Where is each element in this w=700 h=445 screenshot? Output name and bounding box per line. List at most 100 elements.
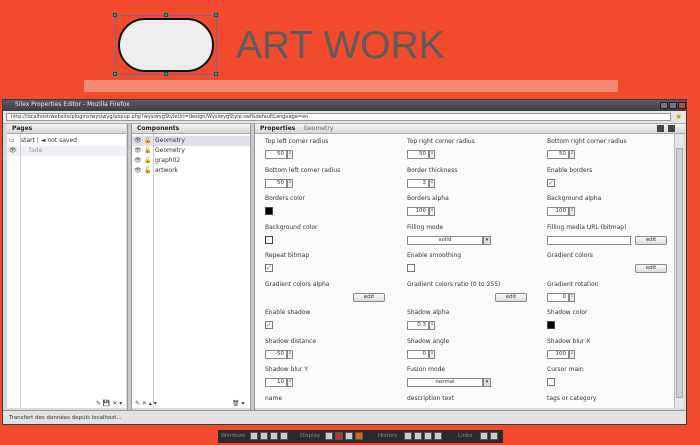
- close-icon[interactable]: [280, 432, 288, 440]
- number-input[interactable]: -50: [265, 349, 287, 359]
- color-swatch[interactable]: [265, 207, 273, 215]
- number-input[interactable]: 100: [547, 207, 569, 216]
- upload-icon[interactable]: [260, 432, 268, 440]
- property-label: Shadow blur X: [547, 337, 591, 345]
- eye-icon[interactable]: 👁: [134, 166, 142, 176]
- number-input[interactable]: 50: [265, 150, 287, 159]
- fill-icon[interactable]: [355, 432, 363, 440]
- number-input[interactable]: 50: [407, 150, 429, 159]
- refresh-icon[interactable]: [434, 432, 442, 440]
- stepper-icon[interactable]: ⇕: [429, 349, 435, 359]
- stepper-icon[interactable]: ⇕: [569, 292, 575, 302]
- property-label: Top right corner radius: [407, 138, 475, 145]
- stepper-icon[interactable]: ⇕: [287, 150, 293, 159]
- chevron-down-icon[interactable]: ▾: [483, 378, 491, 387]
- stepper-icon[interactable]: ⇕: [287, 378, 293, 387]
- number-input[interactable]: 100: [547, 349, 569, 359]
- minimize-icon[interactable]: [660, 102, 668, 109]
- scrollbar-thumb[interactable]: [676, 148, 683, 398]
- stage-bar[interactable]: [84, 80, 618, 92]
- stepper-icon[interactable]: ⇕: [287, 178, 293, 188]
- stage-title[interactable]: ART WORK: [236, 24, 445, 68]
- edit-button[interactable]: edit: [353, 292, 385, 302]
- eye-icon[interactable]: 👁: [134, 146, 142, 156]
- lock-icon[interactable]: 🔓: [144, 136, 151, 146]
- history-icon[interactable]: [404, 432, 412, 440]
- resize-handle[interactable]: [164, 72, 168, 76]
- lock-icon[interactable]: 🔓: [144, 146, 151, 156]
- eye-icon[interactable]: 👁: [134, 136, 142, 146]
- pages-toolbar[interactable]: ✎ 💾 ✕ ▾: [96, 400, 122, 407]
- redo-icon[interactable]: [424, 432, 432, 440]
- user-icon[interactable]: [480, 432, 488, 440]
- maximize-icon[interactable]: [669, 102, 677, 109]
- list-item[interactable]: ▭ start | ◄ not saved: [7, 136, 126, 146]
- resize-handle[interactable]: [113, 72, 117, 76]
- stepper-icon[interactable]: ⇕: [429, 207, 435, 216]
- list-item[interactable]: 👁 🔓 Geometry: [132, 136, 250, 146]
- undo-icon[interactable]: [414, 432, 422, 440]
- property-label: description text: [407, 394, 455, 402]
- window-icon[interactable]: [250, 432, 258, 440]
- rounded-rectangle-shape[interactable]: [118, 18, 214, 72]
- record-icon[interactable]: [335, 432, 343, 440]
- edit-button[interactable]: edit: [495, 292, 527, 302]
- layout-icon[interactable]: [345, 432, 353, 440]
- eye-icon[interactable]: 👁: [134, 156, 142, 166]
- color-swatch[interactable]: [547, 321, 555, 329]
- property-label: Shadow blur Y: [265, 366, 308, 373]
- list-item[interactable]: 👁 🔓 artwork: [132, 166, 250, 176]
- list-item[interactable]: 👁 🔓 graph02: [132, 156, 250, 166]
- url-input[interactable]: [547, 235, 631, 245]
- edit-button[interactable]: edit: [635, 235, 667, 245]
- scrollbar[interactable]: [674, 134, 684, 408]
- property-label: name: [265, 394, 283, 402]
- resize-handle[interactable]: [214, 72, 218, 76]
- number-input[interactable]: 100: [407, 207, 429, 216]
- stepper-icon[interactable]: ⇕: [429, 321, 435, 330]
- number-input[interactable]: 50: [547, 150, 569, 159]
- number-input[interactable]: 50: [265, 178, 287, 188]
- list-item[interactable]: 👁 🔓 Geometry: [132, 146, 250, 156]
- stepper-icon[interactable]: ⇕: [569, 207, 575, 216]
- components-toolbar-left[interactable]: ✎ ✕ ▴ ▾: [135, 400, 157, 407]
- lock-icon[interactable]: 🔓: [144, 166, 151, 176]
- window-titlebar[interactable]: Silex Properties Editor - Mozilla Firefo…: [3, 100, 686, 111]
- select-dropdown[interactable]: normal: [407, 378, 483, 387]
- chevron-down-icon[interactable]: ▾: [483, 235, 491, 245]
- panel-icon[interactable]: [657, 125, 664, 132]
- number-input[interactable]: 0: [547, 292, 569, 302]
- checkbox[interactable]: [407, 264, 415, 272]
- eye-icon[interactable]: 👁: [9, 146, 17, 156]
- number-input[interactable]: 10: [265, 378, 287, 387]
- close-icon[interactable]: [678, 102, 686, 109]
- checkbox[interactable]: ✓: [547, 178, 555, 187]
- bookmark-star-icon[interactable]: ★: [675, 112, 682, 121]
- component-label: Geometry: [155, 137, 185, 144]
- list-item[interactable]: 👁 fade: [7, 146, 126, 156]
- stepper-icon[interactable]: ⇕: [569, 349, 575, 359]
- components-toolbar-right[interactable]: 🗑 ▾: [232, 400, 245, 407]
- resize-handle[interactable]: [113, 13, 117, 17]
- resize-handle[interactable]: [214, 13, 218, 17]
- display-icon[interactable]: [325, 432, 333, 440]
- stepper-icon[interactable]: ⇕: [429, 150, 435, 159]
- select-dropdown[interactable]: solid: [407, 235, 483, 245]
- edit-button[interactable]: edit: [635, 264, 667, 273]
- save-icon[interactable]: [270, 432, 278, 440]
- color-swatch[interactable]: [265, 235, 273, 244]
- number-input[interactable]: 0: [407, 349, 429, 359]
- url-field[interactable]: http://localhost/website/plugins/wysiwyg…: [6, 113, 671, 121]
- stepper-icon[interactable]: ⇕: [429, 178, 435, 188]
- lock-icon[interactable]: 🔓: [144, 156, 151, 166]
- stepper-icon[interactable]: ⇕: [569, 150, 575, 159]
- checkbox[interactable]: ✓: [265, 264, 273, 272]
- number-input[interactable]: 0.3: [407, 321, 429, 330]
- checkbox[interactable]: [547, 378, 555, 386]
- number-input[interactable]: 3: [407, 178, 429, 188]
- panel-close-icon[interactable]: [668, 125, 675, 132]
- checkbox[interactable]: ✓: [265, 321, 273, 329]
- help-icon[interactable]: [490, 432, 498, 440]
- resize-handle[interactable]: [164, 13, 168, 17]
- stepper-icon[interactable]: ⇕: [287, 349, 293, 359]
